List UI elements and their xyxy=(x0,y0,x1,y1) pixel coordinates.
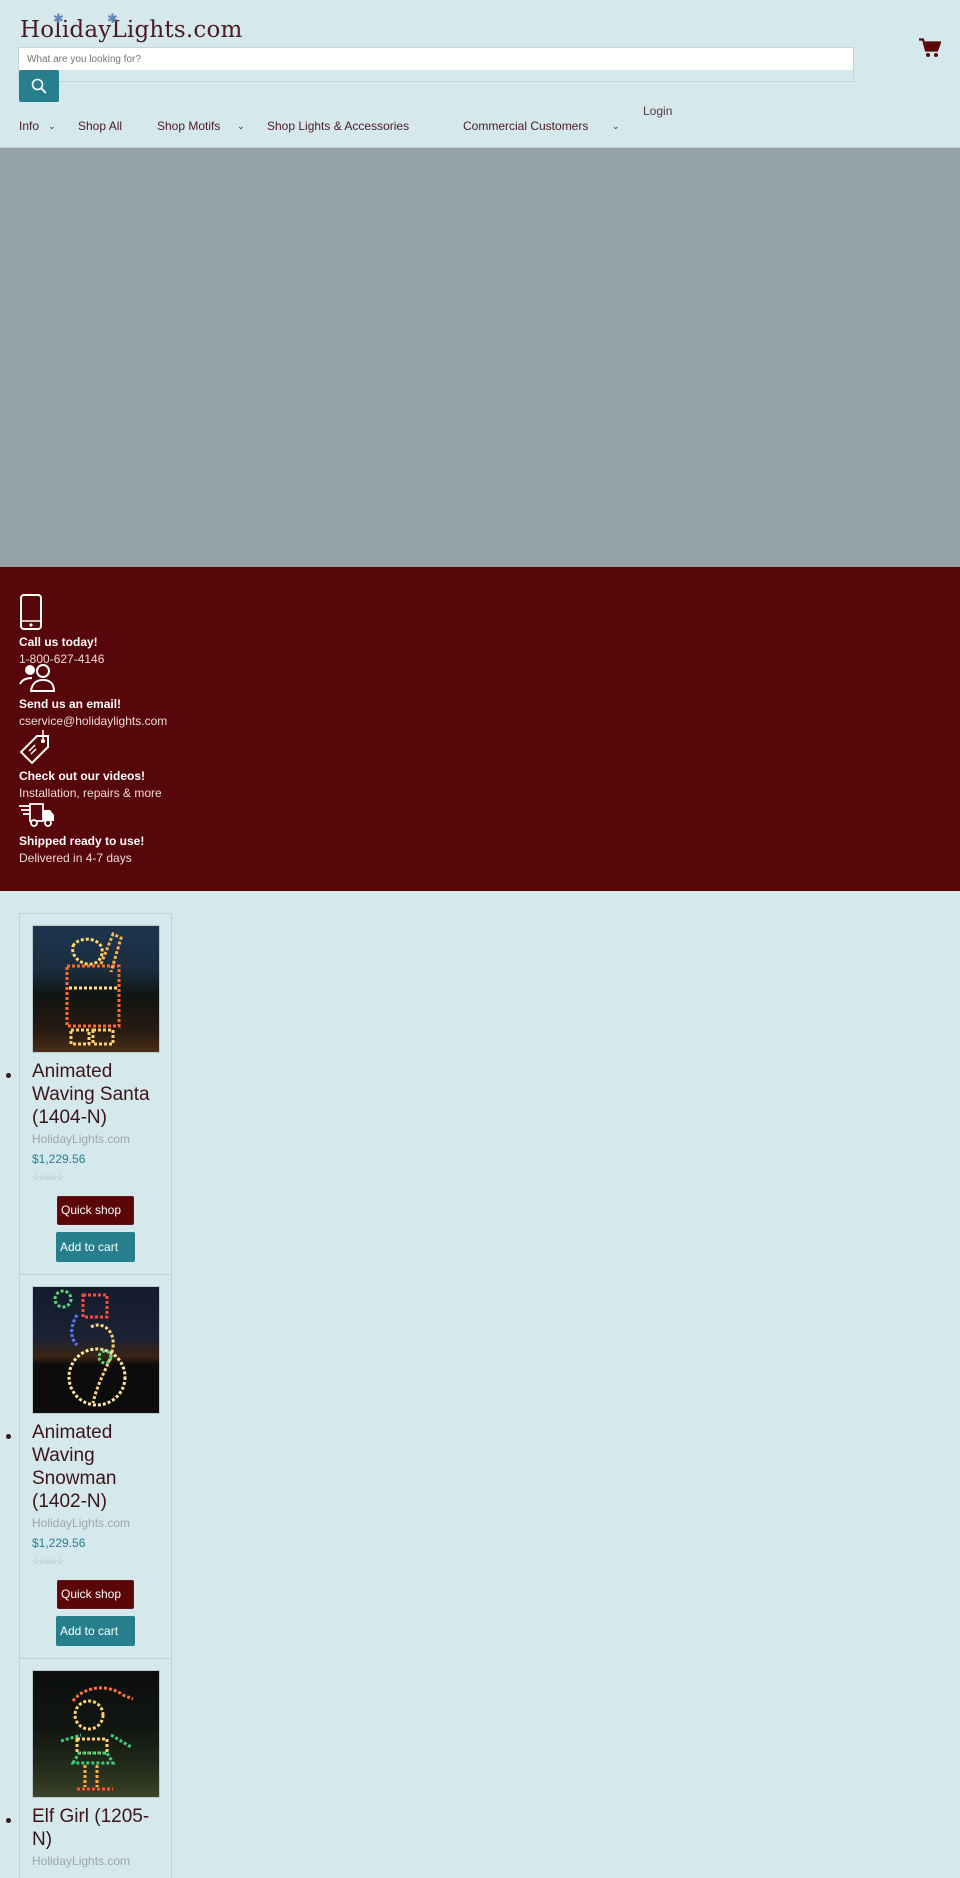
product-price: $1,229.56 xyxy=(32,1152,86,1166)
tag-icon xyxy=(19,730,49,765)
star-rating-icon: ☆☆☆☆☆ xyxy=(32,1173,64,1182)
product-title[interactable]: Elf Girl (1205-N) xyxy=(32,1805,160,1851)
snowflake-icon: ✱ xyxy=(53,12,65,27)
shopping-cart-icon xyxy=(919,38,942,57)
nav-shop-all[interactable]: Shop All xyxy=(78,119,122,133)
product-card: Animated Waving Snowman (1402-N) Holiday… xyxy=(6,1274,172,1659)
nav-shop-lights-accessories[interactable]: Shop Lights & Accessories xyxy=(267,119,409,133)
login-link[interactable]: Login xyxy=(643,104,672,118)
info-shipping: Shipped ready to use! Delivered in 4-7 d… xyxy=(19,803,144,865)
product-title[interactable]: Animated Waving Snowman (1402-N) xyxy=(32,1421,160,1513)
product-title[interactable]: Animated Waving Santa (1404-N) xyxy=(32,1060,160,1129)
phone-icon xyxy=(20,594,42,630)
quick-shop-button[interactable]: Quick shop xyxy=(57,1196,134,1225)
search-icon xyxy=(31,78,47,94)
nav-shop-motifs[interactable]: Shop Motifs xyxy=(157,119,220,133)
search-form xyxy=(18,47,854,82)
info-call: Call us today! 1-800-627-4146 xyxy=(19,594,104,666)
nav-commercial-customers[interactable]: Commercial Customers xyxy=(463,119,588,133)
quick-shop-button[interactable]: Quick shop xyxy=(57,1580,134,1609)
nav-info[interactable]: Info xyxy=(19,119,39,133)
product-price: $1,229.56 xyxy=(32,1536,86,1550)
people-icon xyxy=(19,664,56,692)
add-to-cart-button[interactable]: Add to cart xyxy=(56,1232,135,1262)
search-button[interactable] xyxy=(19,70,59,102)
product-image[interactable] xyxy=(32,1670,160,1798)
list-bullet xyxy=(6,1073,11,1078)
search-input[interactable] xyxy=(19,48,853,70)
site-header: HolidayLights.com ✱ ✱ Info ⌄ Shop All Sh… xyxy=(0,0,960,148)
chevron-down-icon[interactable]: ⌄ xyxy=(612,121,620,132)
product-vendor: HolidayLights.com xyxy=(32,1516,131,1530)
chevron-down-icon[interactable]: ⌄ xyxy=(237,121,245,132)
info-bar: Call us today! 1-800-627-4146 Send us an… xyxy=(0,567,960,891)
product-vendor: HolidayLights.com xyxy=(32,1854,131,1868)
site-logo[interactable]: HolidayLights.com ✱ ✱ xyxy=(20,12,243,43)
info-videos: Check out our videos! Installation, repa… xyxy=(19,730,162,800)
star-rating-icon: ☆☆☆☆☆ xyxy=(32,1557,64,1566)
add-to-cart-button[interactable]: Add to cart xyxy=(56,1616,135,1646)
cart-button[interactable] xyxy=(919,38,942,58)
truck-icon xyxy=(19,803,54,827)
list-bullet xyxy=(6,1434,11,1439)
chevron-down-icon[interactable]: ⌄ xyxy=(48,121,56,132)
product-vendor: HolidayLights.com xyxy=(32,1132,131,1146)
snowflake-icon: ✱ xyxy=(107,12,119,27)
product-image[interactable] xyxy=(32,1286,160,1414)
hero-banner xyxy=(0,148,960,567)
product-card: Elf Girl (1205-N) HolidayLights.com xyxy=(6,1658,172,1878)
list-bullet xyxy=(6,1818,11,1823)
product-card: Animated Waving Santa (1404-N) HolidayLi… xyxy=(6,913,172,1275)
product-image[interactable] xyxy=(32,925,160,1053)
info-email: Send us an email! cservice@holidaylights… xyxy=(19,664,167,728)
